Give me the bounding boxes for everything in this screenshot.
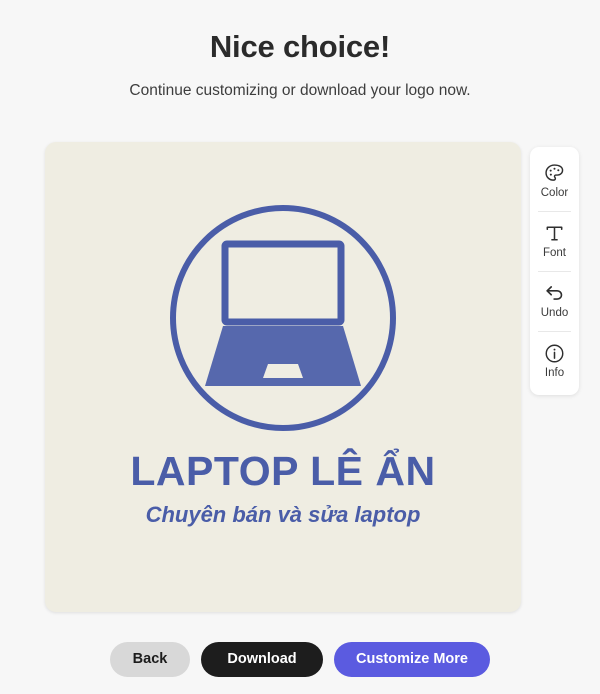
download-button[interactable]: Download: [201, 642, 323, 677]
back-button[interactable]: Back: [110, 642, 190, 677]
logo-tagline: Chuyên bán và sửa laptop: [145, 502, 421, 528]
laptop-in-circle-icon: [170, 205, 396, 431]
tool-button-font[interactable]: Font: [530, 211, 579, 271]
tool-label-undo: Undo: [540, 307, 569, 320]
action-button-row: Back Download Customize More: [0, 642, 600, 677]
text-t-icon: [546, 226, 563, 241]
tool-button-info[interactable]: Info: [530, 331, 579, 391]
tool-label-font: Font: [542, 247, 566, 260]
logo-preview-card[interactable]: LAPTOP LÊ ẨN Chuyên bán và sửa laptop: [45, 142, 521, 612]
page-header: Nice choice! Continue customizing or dow…: [0, 0, 600, 100]
page-title: Nice choice!: [209, 29, 391, 64]
logo-composition: LAPTOP LÊ ẨN Chuyên bán và sửa laptop: [45, 142, 521, 612]
info-circle-icon: [545, 344, 564, 363]
tool-button-color[interactable]: Color: [530, 151, 579, 211]
palette-icon: [545, 164, 564, 182]
logo-tools-panel: Color Font Undo Info: [530, 147, 579, 395]
customize-more-button[interactable]: Customize More: [334, 642, 490, 677]
tool-label-info: Info: [544, 367, 565, 380]
page-subtitle: Continue customizing or download your lo…: [129, 82, 471, 100]
tool-button-undo[interactable]: Undo: [530, 271, 579, 331]
logo-brand-name: LAPTOP LÊ ẨN: [130, 448, 436, 494]
tool-label-color: Color: [540, 187, 569, 200]
undo-arrow-icon: [546, 286, 563, 301]
